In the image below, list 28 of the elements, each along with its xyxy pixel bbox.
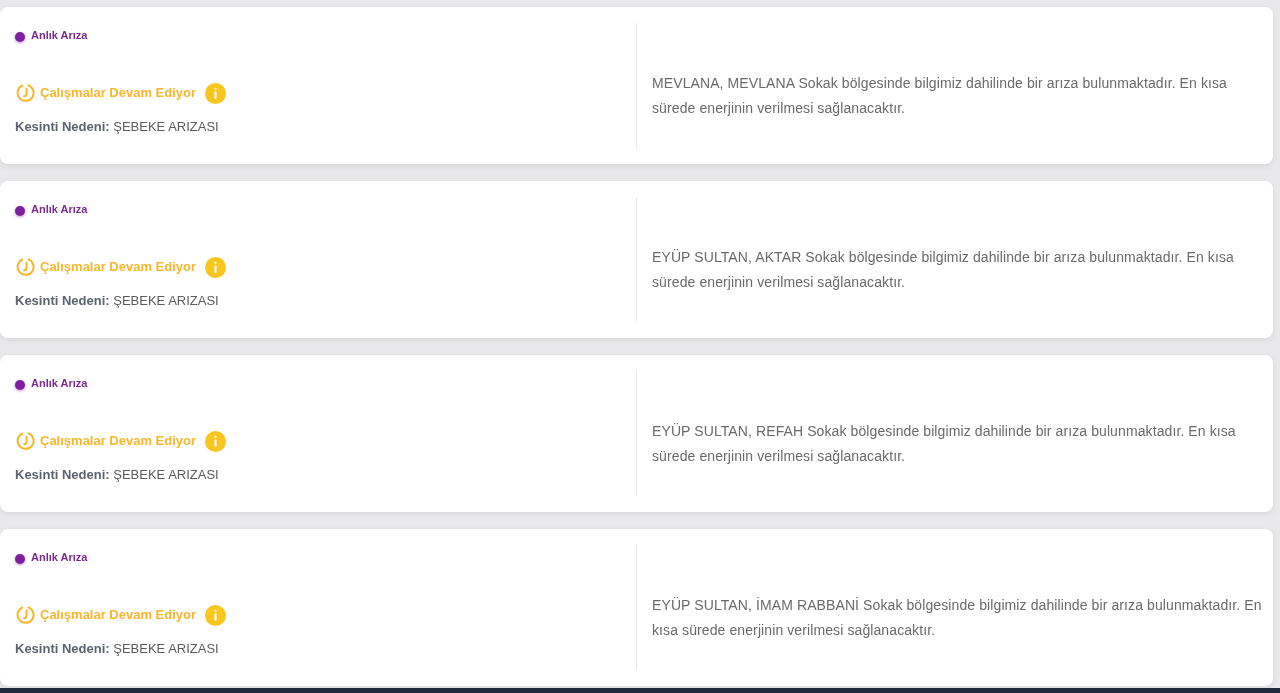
info-icon[interactable] xyxy=(205,82,227,104)
clock-icon xyxy=(16,257,36,277)
outage-type-label: Anlık Arıza xyxy=(31,550,88,564)
clock-icon xyxy=(16,605,36,625)
outage-type-label: Anlık Arıza xyxy=(31,28,88,42)
outage-type-label: Anlık Arıza xyxy=(31,376,88,390)
outage-description: MEVLANA, MEVLANA Sokak bölgesinde bilgimiz dahilinde bir arıza bulunmaktadır. En kısa sürede enerjinin verilmesi sağlanacaktır. xyxy=(652,74,1228,118)
status-dot-icon xyxy=(15,554,25,564)
status-dot-icon xyxy=(15,206,25,216)
status-text: Çalışmalar Devam Ediyor xyxy=(40,258,197,276)
outage-reason-text: Kesinti Nedeni: ŞEBEKE ARIZASI xyxy=(15,640,219,658)
status-dot-icon xyxy=(15,32,25,42)
status-text: Çalışmalar Devam Ediyor xyxy=(40,606,197,624)
status-text: Çalışmalar Devam Ediyor xyxy=(40,432,197,450)
outage-reason-text: Kesinti Nedeni: ŞEBEKE ARIZASI xyxy=(15,118,219,136)
outage-description: EYÜP SULTAN, İMAM RABBANİ Sokak bölgesinde bilgimiz dahilinde bir arıza bulunmaktadır. En kısa sürede enerjinin verilmesi sağlanacaktır. xyxy=(652,596,1263,640)
outage-type-label: Anlık Arıza xyxy=(31,202,88,216)
outage-description: EYÜP SULTAN, AKTAR Sokak bölgesinde bilgimiz dahilinde bir arıza bulunmaktadır. En kısa sürede enerjinin verilmesi sağlanacaktır. xyxy=(652,248,1235,292)
status-text: Çalışmalar Devam Ediyor xyxy=(40,84,197,102)
clock-icon xyxy=(16,83,36,103)
outage-description: EYÜP SULTAN, REFAH Sokak bölgesinde bilgimiz dahilinde bir arıza bulunmaktadır. En kısa sürede enerjinin verilmesi sağlanacaktır. xyxy=(652,422,1237,466)
info-icon[interactable] xyxy=(205,256,227,278)
outage-reason-text: Kesinti Nedeni: ŞEBEKE ARIZASI xyxy=(15,292,219,310)
info-icon[interactable] xyxy=(205,604,227,626)
status-dot-icon xyxy=(15,380,25,390)
clock-icon xyxy=(16,431,36,451)
info-icon[interactable] xyxy=(205,430,227,452)
outage-reason-text: Kesinti Nedeni: ŞEBEKE ARIZASI xyxy=(15,466,219,484)
